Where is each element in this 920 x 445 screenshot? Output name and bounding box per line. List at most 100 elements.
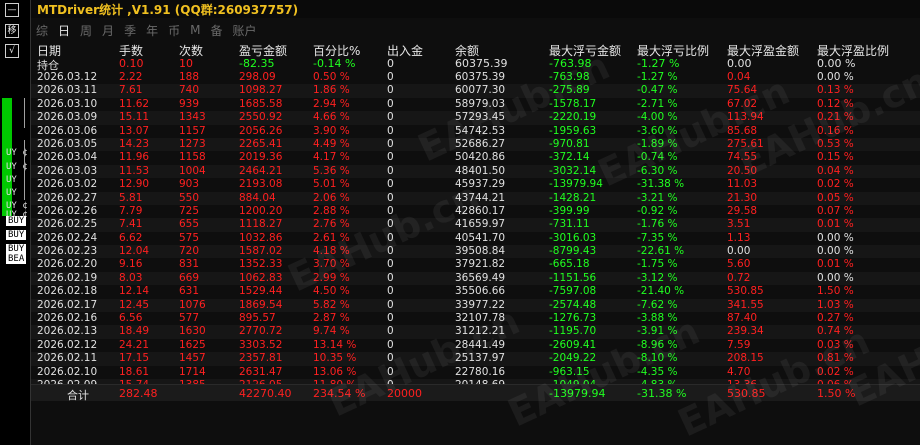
cell-col-9: 20.50 [727,164,758,177]
table-row: 2026.03.06 13.07 1157 2056.26 3.90 % 0 54742.5… [31,125,920,138]
table-row: 2026.02.20 9.16 831 1352.33 3.70 % 0 37921.82 -… [31,258,920,271]
tab-1[interactable]: 日 [53,22,75,39]
total-col-4: 234.54 % [313,387,366,400]
cell-col-8: -21.40 % [637,285,685,298]
cell-col-0: 2026.02.25 [37,218,98,231]
cell-col-9: 29.58 [727,204,758,217]
table-row: 2026.02.10 18.61 1714 2631.47 13.06 % 0 22780.… [31,366,920,379]
cell-col-2: 1625 [179,338,206,351]
table-row: 2026.02.17 12.45 1076 1869.54 5.82 % 0 33977.2… [31,298,920,313]
cell-col-1: 7.61 [119,84,143,97]
tab-9[interactable]: 账户 [227,22,261,39]
table-row: 2026.02.27 5.81 550 884.04 2.06 % 0 43744.21 -1… [31,191,920,205]
cell-col-7: -2049.22 [549,352,597,365]
cell-col-5: 0 [387,271,394,284]
cell-col-10: 1.03 % [817,298,854,311]
cell-col-9: 85.68 [727,124,758,137]
cell-col-0: 2026.03.04 [37,151,98,164]
cell-col-5: 0 [387,338,394,351]
tab-3[interactable]: 月 [97,22,119,39]
cell-col-1: 5.81 [119,191,143,204]
cell-col-9: 275.61 [727,137,764,150]
cell-col-3: 3303.52 [239,338,283,351]
cell-col-2: 1158 [179,151,206,164]
cell-col-9: 530.85 [727,285,764,298]
table-row: 2026.02.19 8.03 669 1062.83 2.99 % 0 36569.49 -… [31,271,920,286]
cell-col-8: -1.27 % [637,71,678,83]
cell-col-0: 2026.02.18 [37,285,98,298]
cell-col-5: 0 [387,84,394,97]
cell-col-5: 0 [387,258,394,271]
cell-col-0: 2026.02.24 [37,231,98,244]
cell-col-10: 0.81 % [817,352,854,365]
tab-5[interactable]: 年 [141,22,163,39]
cell-col-3: 1685.58 [239,97,283,110]
tab-6[interactable]: 币 [163,22,185,39]
tab-8[interactable]: 备 [205,22,227,39]
table-row: 2026.02.24 6.62 575 1032.86 2.61 % 0 40541.70 -… [31,232,920,245]
cell-col-6: 54742.53 [455,124,506,137]
tab-4[interactable]: 季 [119,22,141,39]
table-header: 日期 手数 次数 盈亏金额 百分比% 出入金 余额 最大浮亏金额 最大浮亏比例 最大浮盈金额 最大浮… [31,42,920,58]
cell-col-4: 4.50 % [313,285,350,298]
cell-col-1: 12.45 [119,298,150,311]
cell-col-7: -13979.94 [549,178,603,191]
cell-col-9: 75.64 [727,84,758,97]
table-row: 2026.02.13 18.49 1630 2770.72 9.74 % 0 31212.2… [31,325,920,339]
window-menu-icon[interactable]: — [5,3,19,17]
cell-col-2: 903 [179,178,200,191]
buy-box-label: BEA [6,254,27,264]
cell-col-7: -970.81 [549,137,590,150]
cell-col-7: -763.98 [549,71,590,83]
cell-col-3: 895.57 [239,312,276,325]
cell-col-5: 0 [387,365,394,378]
cell-col-8: -0.47 % [637,84,678,97]
cell-col-3: 1587.02 [239,245,283,258]
cell-col-0: 2026.03.11 [37,84,98,97]
cell-col-1: 11.53 [119,164,150,177]
table-row: 2026.03.04 11.96 1158 2019.36 4.17 % 0 50420.8… [31,151,920,164]
cell-col-7: -763.98 [549,57,592,70]
cell-col-9: 0.04 [727,71,751,83]
cell-col-2: 1004 [179,164,206,177]
total-col-0: 合计 [67,389,89,402]
cell-col-8: -4.35 % [637,365,678,378]
cell-col-2: 831 [179,258,200,271]
cell-col-6: 32107.78 [455,312,506,325]
total-col-5: 20000 [387,387,422,400]
cell-col-10: 0.04 % [817,164,854,177]
cell-col-1: 12.14 [119,285,150,298]
cell-col-2: 10 [179,57,193,70]
cell-col-5: 0 [387,231,394,244]
title-bar[interactable]: MTDriver统计 ,V1.91 (QQ群:260937757) [31,0,920,18]
cell-col-6: 60375.39 [455,71,506,83]
move-icon[interactable]: 移 [5,24,19,38]
cell-col-8: -3.60 % [637,124,678,137]
cell-col-1: 9.16 [119,258,143,271]
check-icon[interactable]: √ [5,44,19,58]
cell-col-4: 9.74 % [313,325,350,338]
cell-col-1: 13.07 [119,124,150,137]
window-title: MTDriver统计 ,V1.91 (QQ群:260937757) [37,2,299,17]
tab-0[interactable]: 综 [31,22,53,39]
cell-col-9: 67.02 [727,97,758,110]
cell-col-7: -2609.41 [549,338,597,351]
cell-col-1: 11.96 [119,151,150,164]
cell-col-0: 2026.02.11 [37,352,98,365]
cell-col-5: 0 [387,137,394,150]
cell-col-7: -1151.56 [549,271,597,284]
cell-col-10: 0.03 % [817,338,854,351]
cell-col-4: 3.70 % [313,258,350,271]
tab-7[interactable]: M [185,23,205,37]
cell-col-0: 2026.02.17 [37,298,98,311]
cell-col-3: 2550.92 [239,111,283,124]
cell-col-5: 0 [387,298,394,311]
cell-col-8: -8.10 % [637,352,678,365]
hold-row: 持仓 0.10 10 -82.35 -0.14 % 0 60375.39 -763.98 -1.… [31,57,920,72]
cell-col-8: -3.88 % [637,312,678,325]
cell-col-4: 4.18 % [313,245,350,258]
tab-2[interactable]: 周 [75,22,97,39]
cell-col-5: 0 [387,245,394,258]
cell-col-6: 40541.70 [455,231,506,244]
table-row: 2026.03.11 7.61 740 1098.27 1.86 % 0 60077.30 -… [31,84,920,98]
